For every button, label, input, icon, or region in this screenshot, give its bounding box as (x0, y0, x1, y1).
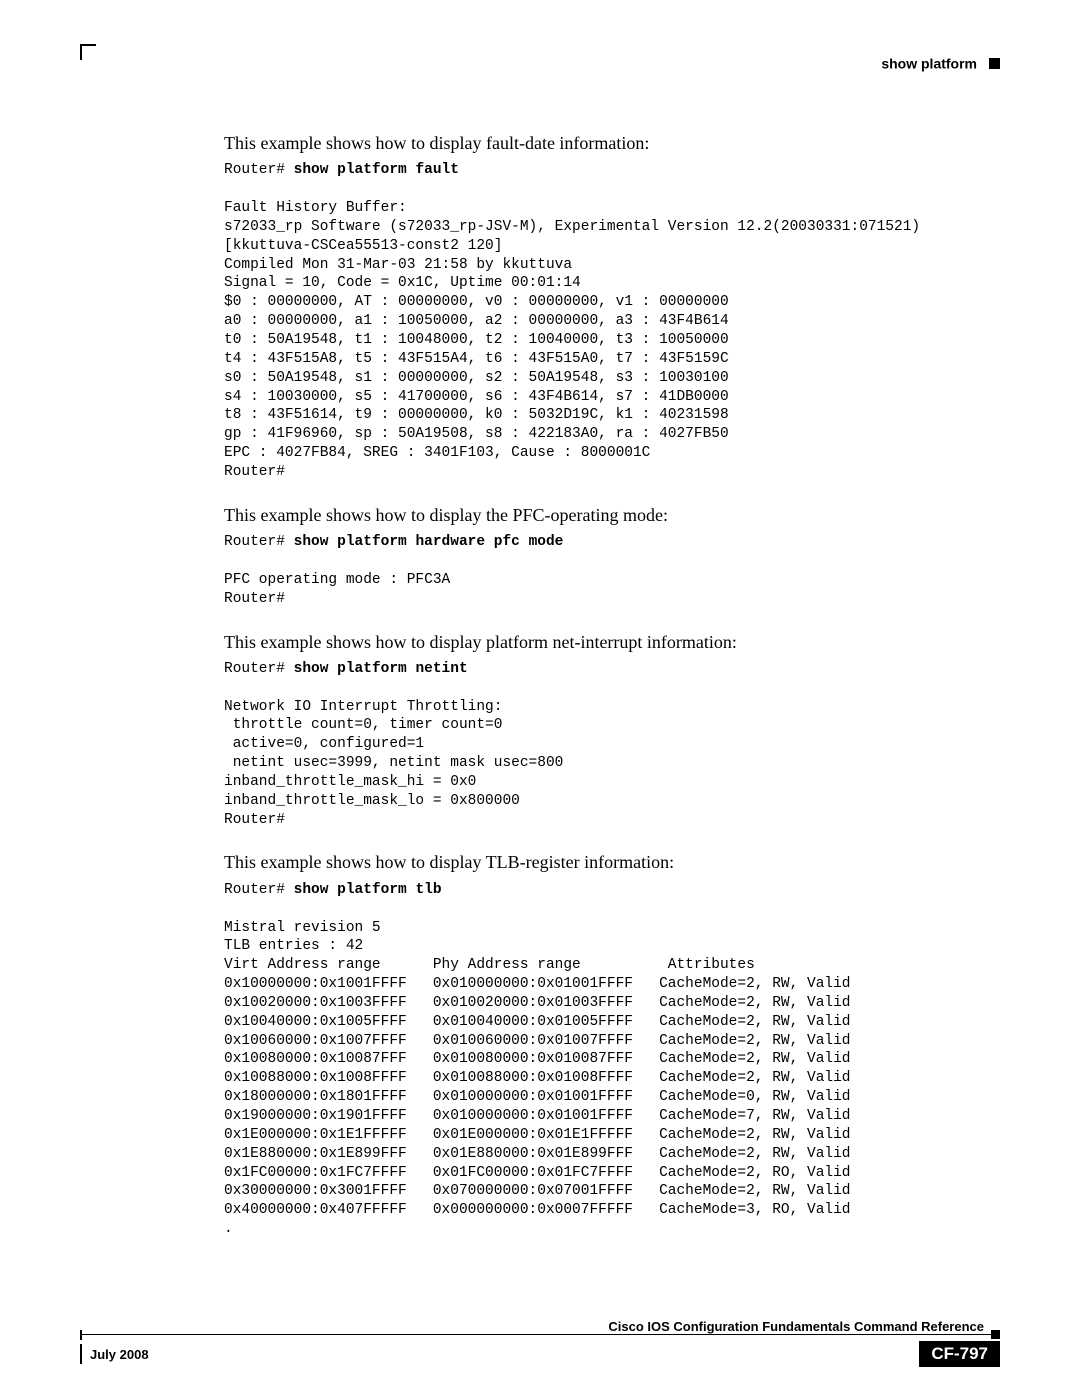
output: Network IO Interrupt Throttling: throttl… (224, 699, 563, 828)
output: Fault History Buffer: s72033_rp Software… (224, 200, 920, 480)
footer-tick-icon (80, 1330, 82, 1340)
page-header: show platform (80, 54, 1000, 72)
prompt: Router# (224, 534, 294, 550)
footer-square-icon (991, 1330, 1000, 1339)
header-square-icon (989, 58, 1000, 69)
code-block-4: Router# show platform tlb Mistral revisi… (224, 881, 980, 1239)
footer-book-title: Cisco IOS Configuration Fundamentals Com… (80, 1319, 1000, 1334)
prompt: Router# (224, 882, 294, 898)
intro-paragraph-2: This example shows how to display the PF… (224, 504, 980, 527)
header-section-title: show platform (881, 55, 977, 71)
code-block-1: Router# show platform fault Fault Histor… (224, 161, 980, 481)
code-block-3: Router# show platform netint Network IO … (224, 660, 980, 830)
intro-paragraph-4: This example shows how to display TLB-re… (224, 851, 980, 874)
intro-paragraph-3: This example shows how to display platfo… (224, 631, 980, 654)
command: show platform netint (294, 661, 468, 677)
command: show platform tlb (294, 882, 442, 898)
footer-rule (80, 1334, 1000, 1335)
page-number: CF-797 (919, 1341, 1000, 1367)
crop-mark-icon (80, 44, 96, 60)
page-footer: Cisco IOS Configuration Fundamentals Com… (80, 1341, 1000, 1367)
prompt: Router# (224, 162, 294, 178)
footer-date: July 2008 (80, 1347, 149, 1362)
output: PFC operating mode : PFC3A Router# (224, 572, 450, 607)
page: show platform This example shows how to … (0, 0, 1080, 1397)
intro-paragraph-1: This example shows how to display fault-… (224, 132, 980, 155)
command: show platform fault (294, 162, 459, 178)
code-block-2: Router# show platform hardware pfc mode … (224, 533, 980, 608)
output: Mistral revision 5 TLB entries : 42 Virt… (224, 920, 851, 1238)
command: show platform hardware pfc mode (294, 534, 564, 550)
page-content: This example shows how to display fault-… (224, 132, 980, 1239)
prompt: Router# (224, 661, 294, 677)
